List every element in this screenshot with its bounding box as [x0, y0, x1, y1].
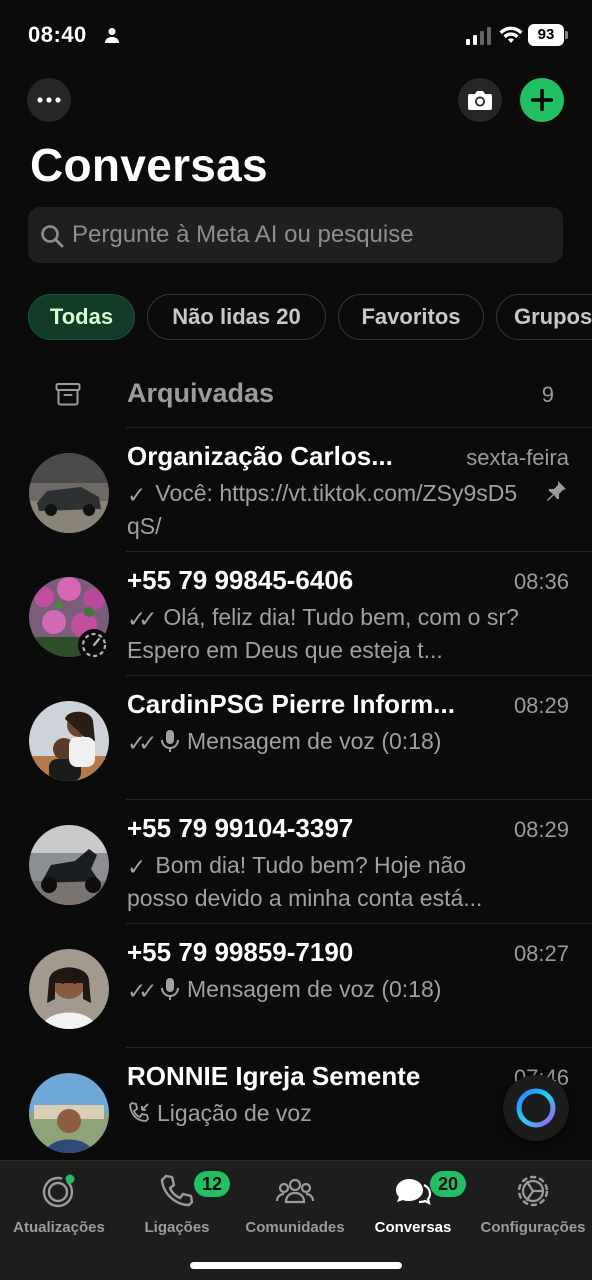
chat-preview-text: Olá, feliz dia! Tudo bem, com o sr? Espe…: [127, 604, 519, 663]
chat-name: +55 79 99859-7190: [127, 937, 354, 967]
chat-preview: ✓ Bom dia! Tudo bem? Hoje não posso devi…: [127, 850, 527, 912]
chat-preview: ✓✓ Olá, feliz dia! Tudo bem, com o sr? E…: [127, 602, 527, 664]
chat-time: 08:29: [513, 817, 569, 842]
chats-icon: [396, 1179, 432, 1206]
more-options-button[interactable]: [27, 78, 71, 122]
search-bar[interactable]: [28, 207, 563, 263]
wifi-icon: [499, 26, 523, 43]
sent-tick-icon: ✓: [127, 482, 147, 508]
tab-chats[interactable]: Conversas 20: [354, 1171, 472, 1241]
filter-chip-favorites[interactable]: Favoritos: [338, 294, 484, 340]
tab-calls[interactable]: Ligações 12: [118, 1171, 236, 1241]
chat-preview: ✓ Você: https://vt.tiktok.com/ZSy9sD5qS/: [127, 478, 527, 540]
phone-icon: [160, 1174, 194, 1207]
chat-time: 08:36: [513, 569, 569, 594]
chat-time: 08:29: [513, 693, 569, 718]
chat-name: +55 79 99104-3397: [127, 813, 354, 843]
archived-count: 9: [541, 382, 554, 407]
home-indicator: [190, 1262, 402, 1269]
calls-badge: 12: [194, 1171, 230, 1197]
sent-tick-icon: ✓: [127, 854, 147, 880]
chat-row[interactable]: CardinPSG Pierre Inform... 08:29 ✓✓ Mensa…: [0, 675, 592, 799]
chat-preview-text: Bom dia! Tudo bem? Hoje não posso devido…: [127, 852, 483, 911]
chat-time: 08:27: [513, 941, 569, 966]
status-ring-icon: [78, 629, 110, 661]
filter-chip-unread[interactable]: Não lidas 20: [147, 294, 326, 340]
chat-row[interactable]: Organização Carlos... sexta-feira ✓ Você…: [0, 427, 592, 551]
avatar: [29, 1073, 109, 1153]
signal-icon: [466, 27, 491, 45]
chat-name: +55 79 99845-6406: [127, 565, 354, 595]
chat-preview-text: Mensagem de voz (0:18): [187, 728, 442, 754]
divider: [126, 799, 592, 800]
tab-label: Conversas: [374, 1219, 452, 1236]
archived-label: Arquivadas: [127, 378, 275, 408]
pin-icon: [547, 481, 566, 501]
tab-settings[interactable]: Configurações: [474, 1171, 592, 1241]
chat-preview: ✓✓ Mensagem de voz (0:18): [127, 974, 527, 1007]
battery-indicator: 93: [528, 24, 568, 46]
tab-updates[interactable]: Atualizações: [0, 1171, 118, 1241]
person-icon: [105, 28, 119, 43]
chat-name: CardinPSG Pierre Inform...: [127, 689, 455, 719]
read-tick-icon: ✓✓: [127, 606, 158, 632]
tab-label: Comunidades: [245, 1219, 345, 1236]
chat-preview-text: Mensagem de voz (0:18): [187, 976, 442, 1002]
search-input[interactable]: [72, 207, 552, 263]
camera-button[interactable]: [458, 78, 502, 122]
page-title: Conversas: [30, 139, 268, 191]
microphone-icon: [161, 978, 179, 1000]
chat-row[interactable]: +55 79 99104-3397 08:29 ✓ Bom dia! Tudo …: [0, 799, 592, 923]
incoming-call-icon: [129, 1102, 149, 1122]
read-tick-icon: ✓✓: [127, 730, 158, 756]
meta-ai-button[interactable]: [503, 1075, 569, 1141]
tab-label: Configurações: [480, 1219, 586, 1236]
chat-preview-text: Você: https://vt.tiktok.com/ZSy9sD5qS/: [127, 480, 518, 539]
chat-preview-text: Ligação de voz: [157, 1100, 312, 1126]
tab-label: Atualizações: [13, 1219, 105, 1236]
archive-icon: [55, 383, 81, 406]
avatar: [29, 453, 109, 533]
chat-preview: Ligação de voz: [127, 1098, 527, 1129]
status-time: 08:40: [28, 22, 87, 47]
divider: [126, 923, 592, 924]
settings-icon: [517, 1175, 549, 1207]
divider: [126, 675, 592, 676]
chat-preview: ✓✓ Mensagem de voz (0:18): [127, 726, 527, 759]
chat-name: RONNIE Igreja Semente: [127, 1061, 421, 1091]
camera-icon: [468, 91, 492, 110]
chats-badge: 20: [430, 1171, 466, 1197]
tab-label: Ligações: [144, 1219, 210, 1236]
tab-communities[interactable]: Comunidades: [236, 1171, 354, 1241]
filter-chip-all[interactable]: Todas: [28, 294, 135, 340]
filter-chips: Todas Não lidas 20 Favoritos Grupos: [0, 294, 592, 340]
avatar: [29, 825, 109, 905]
chat-row[interactable]: +55 79 99859-7190 08:27 ✓✓ Mensagem de vo…: [0, 923, 592, 1047]
communities-icon: [275, 1178, 315, 1204]
archived-row[interactable]: Arquivadas 9: [0, 362, 592, 426]
read-tick-icon: ✓✓: [127, 978, 158, 1004]
new-chat-button[interactable]: [520, 78, 564, 122]
divider: [126, 427, 592, 428]
chat-name: Organização Carlos...: [127, 441, 393, 471]
updates-icon: [42, 1174, 75, 1208]
status-bar: 08:40 93: [0, 0, 592, 72]
filter-chip-groups[interactable]: Grupos: [496, 294, 592, 340]
chat-time: sexta-feira: [466, 445, 569, 470]
avatar: [29, 949, 109, 1029]
avatar: [29, 701, 109, 781]
plus-icon: [531, 89, 553, 111]
search-icon: [41, 225, 64, 248]
ellipsis-icon: [37, 97, 61, 103]
divider: [126, 1047, 592, 1048]
divider: [126, 551, 592, 552]
meta-ai-icon: [516, 1088, 556, 1128]
microphone-icon: [161, 730, 179, 752]
chat-row[interactable]: +55 79 99845-6406 08:36 ✓✓ Olá, feliz di…: [0, 551, 592, 675]
